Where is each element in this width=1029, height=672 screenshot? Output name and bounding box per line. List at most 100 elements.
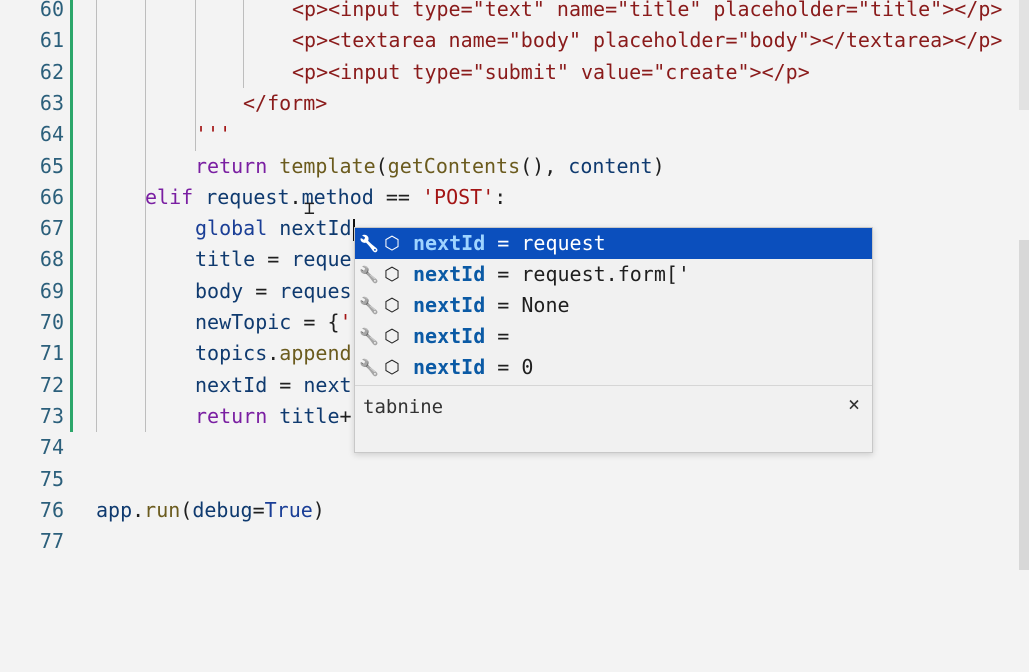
code-token: template (279, 153, 376, 178)
code-token: <p><input type="text" name="title" place… (292, 0, 1003, 21)
close-icon[interactable]: × (848, 392, 860, 416)
code-token: reque (291, 247, 352, 272)
code-text: <p><textarea name="body" placeholder="bo… (292, 25, 1002, 56)
suggestion-item[interactable]: 🔧 ⬡ nextId = (355, 321, 872, 352)
code-token: = (252, 497, 265, 522)
suggestion-completion: = request.form[' (485, 262, 690, 286)
code-token: </form> (243, 90, 328, 115)
code-line[interactable]: 77 (0, 526, 1029, 557)
code-line[interactable]: 64 ''' (0, 119, 1029, 150)
code-text: <p><input type="text" name="title" place… (292, 0, 1002, 25)
code-token: global (195, 216, 280, 241)
code-token: topics (195, 341, 268, 366)
autocomplete-popup[interactable]: 🔧 ⬡ nextId = request 🔧 ⬡ nextId = request.for… (354, 227, 873, 453)
suggestion-source: tabnine (363, 396, 444, 418)
code-text: nextId = next (195, 370, 352, 401)
code-token: content (568, 153, 653, 178)
line-number: 60 (39, 0, 64, 21)
code-line[interactable]: 76 app.run(debug=True) (0, 495, 1029, 526)
cube-icon: ⬡ (384, 233, 400, 254)
code-line[interactable]: 66 elif request.method == 'POST': (0, 182, 1029, 213)
code-text: topics.append (195, 338, 352, 369)
code-line[interactable]: 75 (0, 464, 1029, 495)
line-number: 70 (39, 310, 64, 334)
line-number: 63 (39, 90, 64, 115)
code-text: newTopic = {' (195, 307, 352, 338)
code-token: ( (375, 153, 388, 178)
code-token: . (132, 497, 145, 522)
code-token: <p><textarea name="body" placeholder="bo… (292, 28, 1003, 53)
suggestion-completion: = 0 (485, 355, 534, 379)
code-line[interactable]: 60 <p><input type="text" name="title" pla… (0, 0, 1029, 25)
suggestion-completion: = None (485, 293, 570, 317)
code-text: <p><input type="submit" value="create"><… (292, 57, 810, 88)
code-token: = (255, 247, 292, 272)
wrench-icon: 🔧 (359, 358, 379, 377)
code-token: title (195, 247, 256, 272)
code-text: app.run(debug=True) (96, 495, 325, 526)
code-line[interactable]: 61 <p><textarea name="body" placeholder="… (0, 25, 1029, 56)
cube-icon: ⬡ (384, 357, 400, 378)
code-editor[interactable]: 60 <p><input type="text" name="title" pla… (0, 0, 1029, 672)
code-token: ' (339, 310, 352, 334)
suggestion-item[interactable]: 🔧 ⬡ nextId = request.form[' (355, 259, 872, 290)
wrench-icon: 🔧 (359, 296, 379, 315)
code-token: nextId (279, 216, 352, 241)
code-token: title (279, 403, 340, 428)
suggestion-completion: = (485, 324, 510, 348)
code-line[interactable]: 65 return template(getContents(), content… (0, 151, 1029, 182)
line-number: 71 (39, 341, 64, 366)
code-token: ''' (195, 122, 232, 147)
code-token: app (96, 497, 133, 522)
code-text: elif request.method == 'POST': (145, 182, 506, 213)
code-line[interactable]: 62 <p><input type="submit" value="create"… (0, 57, 1029, 88)
code-token: return (195, 403, 280, 428)
code-text: ''' (195, 119, 231, 150)
code-token: elif (145, 184, 206, 209)
line-number: 73 (39, 403, 64, 428)
code-token: = (243, 278, 280, 303)
cube-icon: ⬡ (384, 295, 400, 316)
suggestion-list: 🔧 ⬡ nextId = request 🔧 ⬡ nextId = request.for… (355, 228, 872, 386)
code-token: ) (312, 497, 325, 522)
suggestion-item[interactable]: 🔧 ⬡ nextId = request (355, 228, 872, 259)
code-token: debug (192, 497, 253, 522)
code-token: body (195, 278, 244, 303)
code-token: run (144, 497, 181, 522)
line-number: 68 (39, 247, 64, 272)
line-number: 69 (39, 278, 64, 303)
code-token: nextId (195, 372, 268, 397)
code-token: <p><input type="submit" value="create"><… (292, 59, 810, 84)
line-number: 62 (39, 59, 64, 84)
code-token: True (264, 497, 313, 522)
wrench-icon: 🔧 (359, 265, 379, 284)
suggestion-match: nextId (413, 231, 486, 255)
code-text: global nextId (195, 213, 355, 244)
suggestion-match: nextId (413, 262, 486, 286)
code-token: : (494, 184, 507, 209)
code-token: newTopic (195, 310, 292, 334)
code-token: next (303, 372, 352, 397)
code-token: . (289, 184, 302, 209)
line-number: 66 (39, 184, 64, 209)
code-token: request (205, 184, 290, 209)
suggestion-footer: tabnine × (355, 386, 872, 446)
code-text: </form> (243, 88, 327, 119)
code-token: == (373, 184, 422, 209)
line-number: 65 (39, 153, 64, 178)
line-number: 67 (39, 216, 64, 241)
code-line[interactable]: 63 </form> (0, 88, 1029, 119)
cube-icon: ⬡ (384, 326, 400, 347)
suggestion-match: nextId (413, 324, 486, 348)
code-text: body = reques (195, 276, 352, 307)
suggestion-match: nextId (413, 355, 486, 379)
code-token: ( (180, 497, 193, 522)
suggestion-completion: = request (485, 231, 606, 255)
code-token: = (267, 372, 304, 397)
suggestion-item[interactable]: 🔧 ⬡ nextId = 0 (355, 352, 872, 383)
code-token: + (339, 403, 352, 428)
code-token: . (267, 341, 280, 366)
text-cursor-icon: ⌶ (304, 198, 315, 219)
suggestion-item[interactable]: 🔧 ⬡ nextId = None (355, 290, 872, 321)
line-number: 61 (39, 28, 64, 53)
